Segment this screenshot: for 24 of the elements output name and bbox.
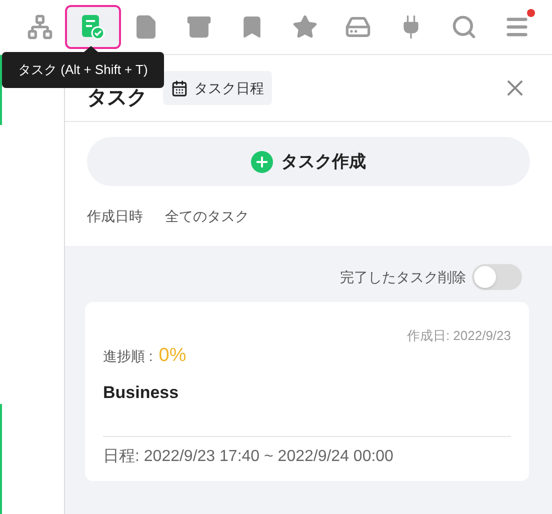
filter-dropdown[interactable]: 作成日時: [87, 206, 143, 226]
toolbar-button[interactable]: [67, 7, 119, 47]
filter-dropdown[interactable]: 全てのタスク: [165, 206, 249, 226]
progress-value: 0%: [158, 344, 186, 368]
panel-title: タスク: [87, 86, 147, 111]
sitemap-icon: [27, 14, 53, 40]
task-card[interactable]: 作成日: 2022/9/23 進捗順 : 0% Business 日程: 2022/9/23 17:40 ~ 2022/9/24 00:00: [85, 302, 529, 480]
schedule-button[interactable]: タスク日程: [163, 71, 272, 105]
search-icon: [451, 14, 477, 40]
create-task-button[interactable]: タスク作成: [87, 137, 530, 186]
plus-icon: [251, 150, 273, 172]
hard-drive-icon: [345, 14, 371, 40]
delete-completed-label: 完了したタスク削除: [340, 268, 466, 286]
star-icon: [292, 14, 318, 40]
task-list-icon: [81, 14, 105, 40]
created-date: 作成日: 2022/9/23: [406, 327, 511, 345]
calendar-icon: [171, 80, 188, 96]
tooltip-pointer: [84, 46, 98, 52]
toggle-switch[interactable]: [472, 264, 522, 290]
progress-label: 進捗順 :: [103, 346, 153, 366]
tooltip: タスク (Alt + Shift + T): [2, 52, 164, 88]
task-title: Business: [103, 382, 180, 404]
archive-box-icon: [186, 14, 212, 40]
task-schedule: 日程: 2022/9/23 17:40 ~ 2022/9/24 00:00: [103, 448, 394, 464]
